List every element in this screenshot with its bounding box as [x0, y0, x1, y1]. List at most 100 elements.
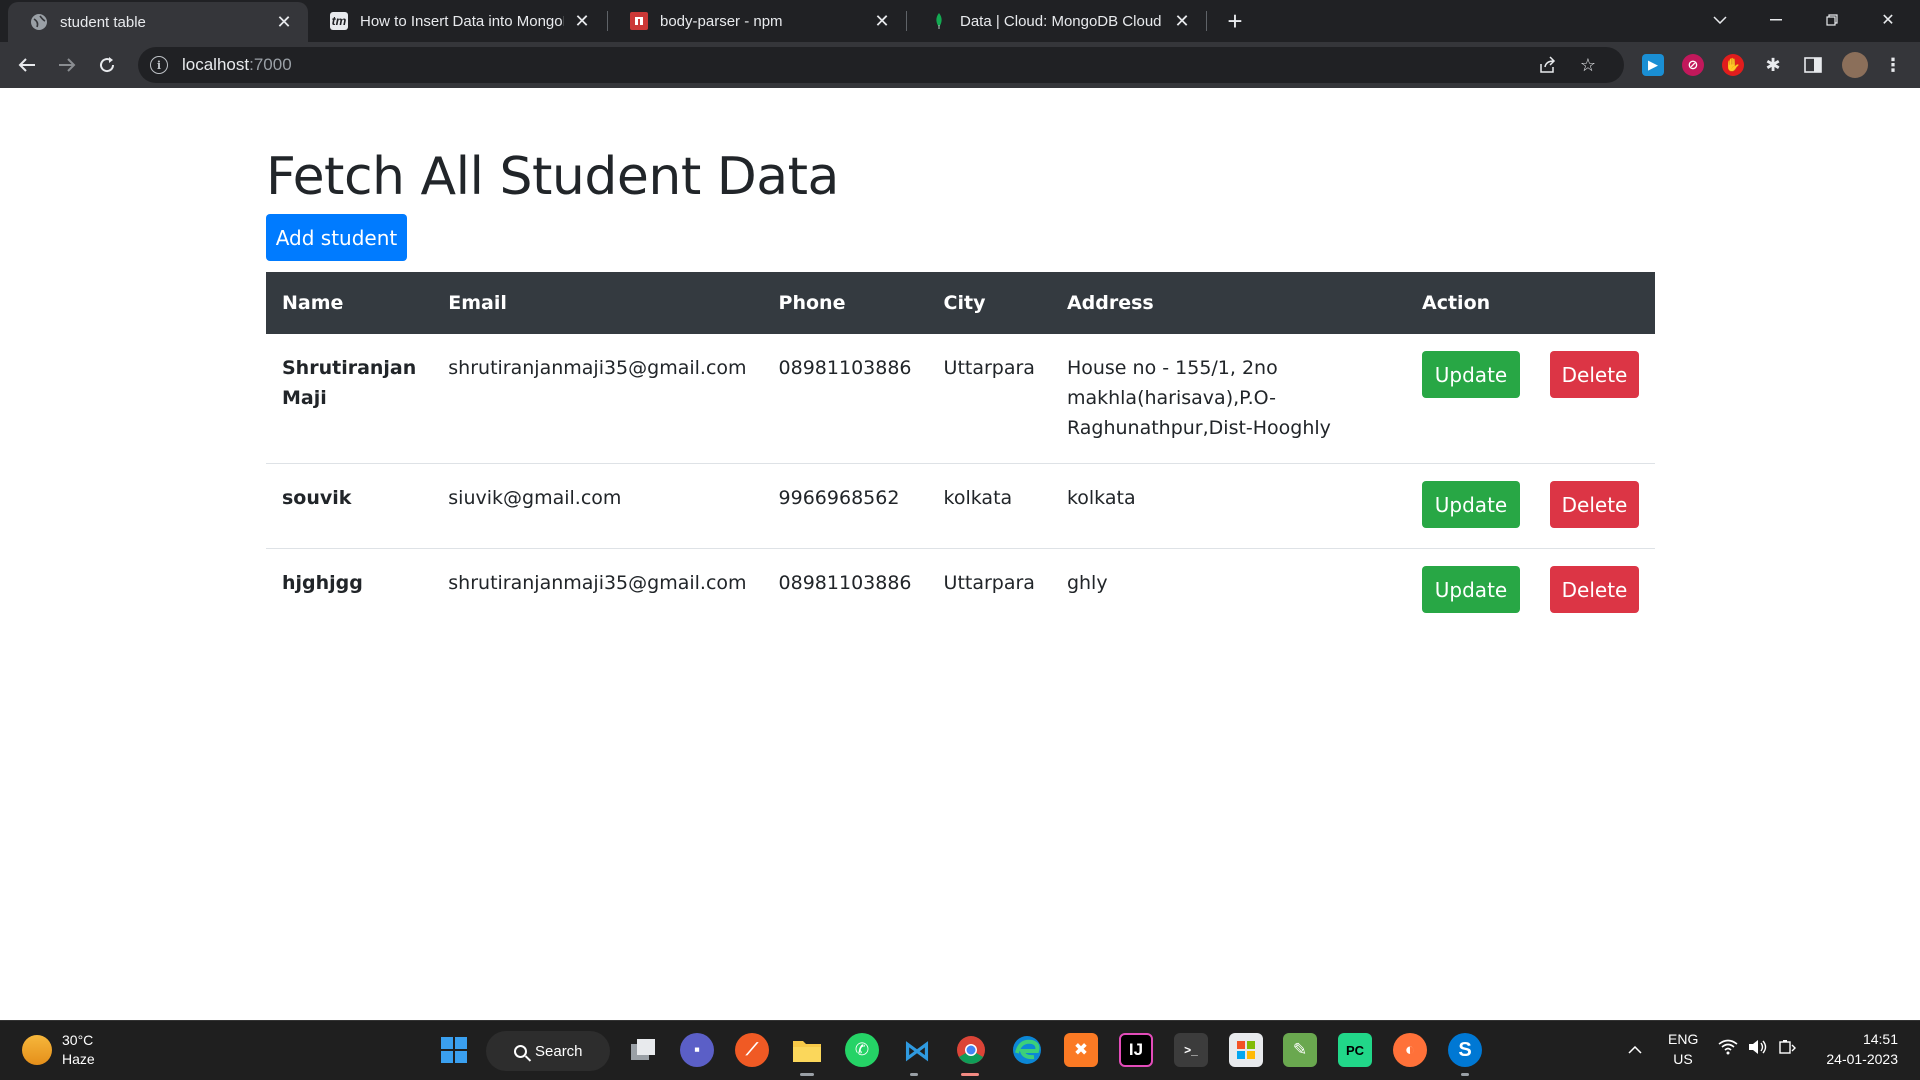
cell-email: shrutiranjanmaji35@gmail.com — [432, 548, 763, 634]
tab-divider — [1206, 11, 1207, 31]
xampp-icon[interactable]: ✖ — [1064, 1033, 1098, 1067]
column-header-phone: Phone — [778, 292, 846, 315]
tab-search-chevron-icon[interactable] — [1692, 0, 1748, 40]
vscode-icon[interactable]: ⋈ — [900, 1033, 934, 1067]
postman-icon[interactable]: ⟋ — [735, 1033, 769, 1067]
wifi-icon[interactable] — [1718, 1039, 1738, 1061]
tm-logo-icon: tm — [330, 12, 348, 30]
npm-logo-icon — [630, 12, 648, 30]
extension-adblock-icon[interactable]: ✋ — [1722, 54, 1744, 76]
page-title: Fetch All Student Data — [266, 147, 839, 207]
restore-icon[interactable] — [1804, 0, 1860, 40]
volume-icon[interactable] — [1748, 1039, 1768, 1060]
weather-haze-icon — [22, 1035, 52, 1065]
site-info-icon[interactable]: i — [150, 56, 168, 74]
update-button[interactable]: Update — [1422, 481, 1520, 529]
image-editor-icon[interactable]: ✎ — [1283, 1033, 1317, 1067]
weather-widget[interactable]: 30°C Haze — [22, 1031, 95, 1069]
clock[interactable]: 14:51 24-01-2023 — [1816, 1029, 1898, 1069]
main-container: Fetch All Student Data Add student Name … — [266, 146, 1655, 634]
reload-icon[interactable] — [91, 49, 123, 81]
close-tab-icon[interactable]: ✕ — [572, 11, 592, 31]
pycharm-icon[interactable]: PC — [1338, 1033, 1372, 1067]
column-header-name: Name — [282, 292, 344, 315]
cell-address: House no - 155/1, 2no makhla(harisava),P… — [1066, 357, 1331, 440]
table-row: souvik siuvik@gmail.com 9966968562 kolka… — [266, 463, 1655, 549]
cell-email: shrutiranjanmaji35@gmail.com — [448, 357, 747, 380]
update-button[interactable]: Update — [1422, 566, 1520, 614]
extension-blocker-icon[interactable]: ⊘ — [1682, 54, 1704, 76]
battery-icon[interactable] — [1778, 1039, 1798, 1060]
column-header-city: City — [943, 292, 986, 315]
language-indicator[interactable]: ENG US — [1668, 1029, 1698, 1069]
close-tab-icon[interactable]: ✕ — [872, 11, 892, 31]
close-window-icon[interactable]: ✕ — [1860, 0, 1916, 40]
microsoft-store-icon[interactable] — [1229, 1033, 1263, 1067]
url-text: localhost:7000 — [182, 55, 292, 74]
skype-icon[interactable]: S — [1448, 1033, 1482, 1067]
show-hidden-icons-chevron-icon[interactable] — [1628, 1039, 1642, 1059]
start-windows-icon[interactable] — [437, 1033, 471, 1067]
tab-strip: student table ✕ tm How to Insert Data in… — [0, 0, 1920, 42]
add-student-button[interactable]: Add student — [266, 214, 407, 262]
intellij-icon[interactable]: IJ — [1119, 1033, 1153, 1067]
menu-kebab-icon[interactable]: ⋮ — [1882, 54, 1904, 76]
extensions-puzzle-icon[interactable]: ✱ — [1762, 54, 1784, 76]
side-panel-icon[interactable] — [1802, 54, 1824, 76]
cell-action: Update Delete — [1406, 548, 1655, 634]
tab-mongodb-cloud[interactable]: Data | Cloud: MongoDB Cloud ✕ — [908, 0, 1206, 42]
weather-temperature: 30°C — [62, 1032, 94, 1048]
update-button[interactable]: Update — [1422, 351, 1520, 399]
cell-action: Update Delete — [1406, 463, 1655, 549]
back-icon[interactable] — [11, 49, 43, 81]
tab-student-table[interactable]: student table ✕ — [8, 2, 308, 42]
chrome-icon[interactable] — [954, 1033, 988, 1067]
whatsapp-icon[interactable]: ✆ — [845, 1033, 879, 1067]
keyboard-layout: US — [1673, 1051, 1693, 1067]
weather-description: Haze — [62, 1051, 95, 1067]
running-indicator — [800, 1073, 814, 1076]
profile-avatar[interactable] — [1842, 52, 1868, 78]
language-code: ENG — [1668, 1031, 1699, 1047]
terminal-icon[interactable]: >_ — [1174, 1033, 1208, 1067]
cell-city: Uttarpara — [943, 357, 1035, 380]
tab-mongodb-insert[interactable]: tm How to Insert Data into MongoD ✕ — [308, 0, 606, 42]
taskbar-search[interactable]: Search — [486, 1031, 610, 1071]
student-table: Name Email Phone City Address Action Shr… — [266, 272, 1655, 634]
teams-chat-icon[interactable]: ▪ — [680, 1033, 714, 1067]
cell-phone: 9966968562 — [762, 463, 928, 549]
mongodb-leaf-icon — [930, 12, 948, 30]
delete-button[interactable]: Delete — [1550, 566, 1639, 614]
new-tab-icon[interactable]: + — [1220, 6, 1250, 36]
delete-button[interactable]: Delete — [1550, 351, 1639, 399]
cell-city: Uttarpara — [927, 548, 1051, 634]
delete-button[interactable]: Delete — [1550, 481, 1639, 529]
minimize-icon[interactable] — [1748, 0, 1804, 40]
cell-address: kolkata — [1050, 463, 1406, 549]
tab-title: How to Insert Data into MongoD — [360, 12, 564, 30]
tab-divider — [906, 11, 907, 31]
bookmark-star-icon[interactable]: ☆ — [1570, 47, 1606, 83]
task-view-icon[interactable] — [626, 1033, 660, 1067]
share-icon[interactable] — [1530, 47, 1566, 83]
column-header-address: Address — [1066, 292, 1154, 315]
clock-time: 14:51 — [1862, 1031, 1898, 1047]
firefox-icon[interactable]: ◐ — [1393, 1033, 1427, 1067]
edge-icon[interactable] — [1010, 1033, 1044, 1067]
browser-toolbar: i localhost:7000 ☆ ▶ ⊘ ✋ ✱ ⋮ — [0, 42, 1920, 88]
cell-action: Update Delete — [1406, 334, 1655, 464]
close-tab-icon[interactable]: ✕ — [1172, 11, 1192, 31]
extension-translate-icon[interactable]: ▶ — [1642, 54, 1664, 76]
address-bar[interactable]: i localhost:7000 ☆ — [138, 47, 1624, 83]
table-row: Shrutiranjan Maji shrutiranjanmaji35@gma… — [266, 334, 1655, 464]
running-indicator — [1461, 1073, 1469, 1076]
tab-body-parser[interactable]: body-parser - npm ✕ — [608, 0, 906, 42]
file-explorer-icon[interactable] — [790, 1033, 824, 1067]
cell-address: ghly — [1050, 548, 1406, 634]
forward-icon[interactable] — [51, 49, 83, 81]
taskbar: 30°C Haze Search ▪ ⟋ ✆ ⋈ ✖ IJ >_ ✎ PC ◐ … — [0, 1020, 1920, 1080]
tab-title: body-parser - npm — [660, 12, 783, 30]
close-tab-icon[interactable]: ✕ — [274, 12, 294, 32]
clock-date: 24-01-2023 — [1826, 1051, 1898, 1067]
cell-email: siuvik@gmail.com — [432, 463, 763, 549]
